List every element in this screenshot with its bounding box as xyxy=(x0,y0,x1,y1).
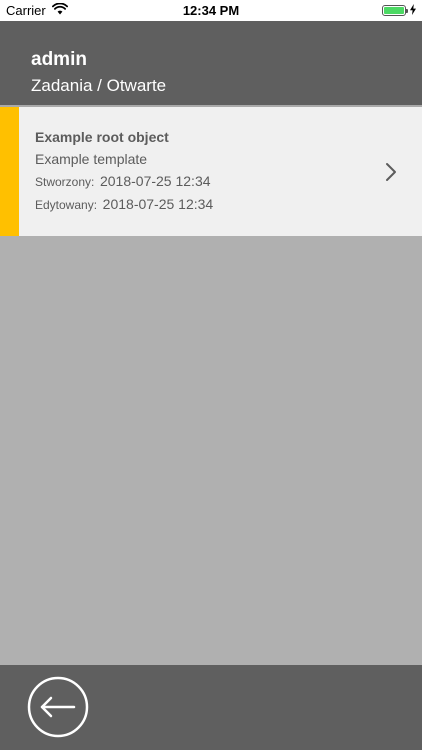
bottom-bar xyxy=(0,665,422,750)
arrow-left-circle-icon xyxy=(27,676,89,742)
task-created: Stworzony: 2018-07-25 12:34 xyxy=(35,172,213,191)
task-edited-value: 2018-07-25 12:34 xyxy=(102,196,214,212)
status-time: 12:34 PM xyxy=(182,3,240,18)
battery-level-fill xyxy=(384,7,404,14)
task-created-label: Stworzony: xyxy=(35,175,95,189)
task-template: Example template xyxy=(35,151,148,167)
task-edited-label: Edytowany: xyxy=(35,198,98,212)
task-title: Example root object xyxy=(35,129,169,145)
task-edited: Edytowany: 2018-07-25 12:34 xyxy=(35,195,213,214)
header-username: admin xyxy=(31,49,87,70)
task-status-stripe xyxy=(0,107,19,236)
back-button[interactable] xyxy=(27,676,89,738)
charging-bolt-icon xyxy=(410,3,416,18)
task-created-value: 2018-07-25 12:34 xyxy=(99,173,211,189)
app-header: admin Zadania / Otwarte xyxy=(0,21,422,107)
status-bar: Carrier 12:34 PM xyxy=(0,0,422,21)
task-content: Example root object Example template Stw… xyxy=(35,128,213,214)
task-list: Example root object Example template Stw… xyxy=(0,107,422,236)
chevron-right-icon xyxy=(384,161,398,188)
task-row[interactable]: Example root object Example template Stw… xyxy=(0,107,422,236)
header-breadcrumb: Zadania / Otwarte xyxy=(31,76,167,95)
battery-full-icon xyxy=(382,5,408,16)
status-right xyxy=(382,3,416,18)
